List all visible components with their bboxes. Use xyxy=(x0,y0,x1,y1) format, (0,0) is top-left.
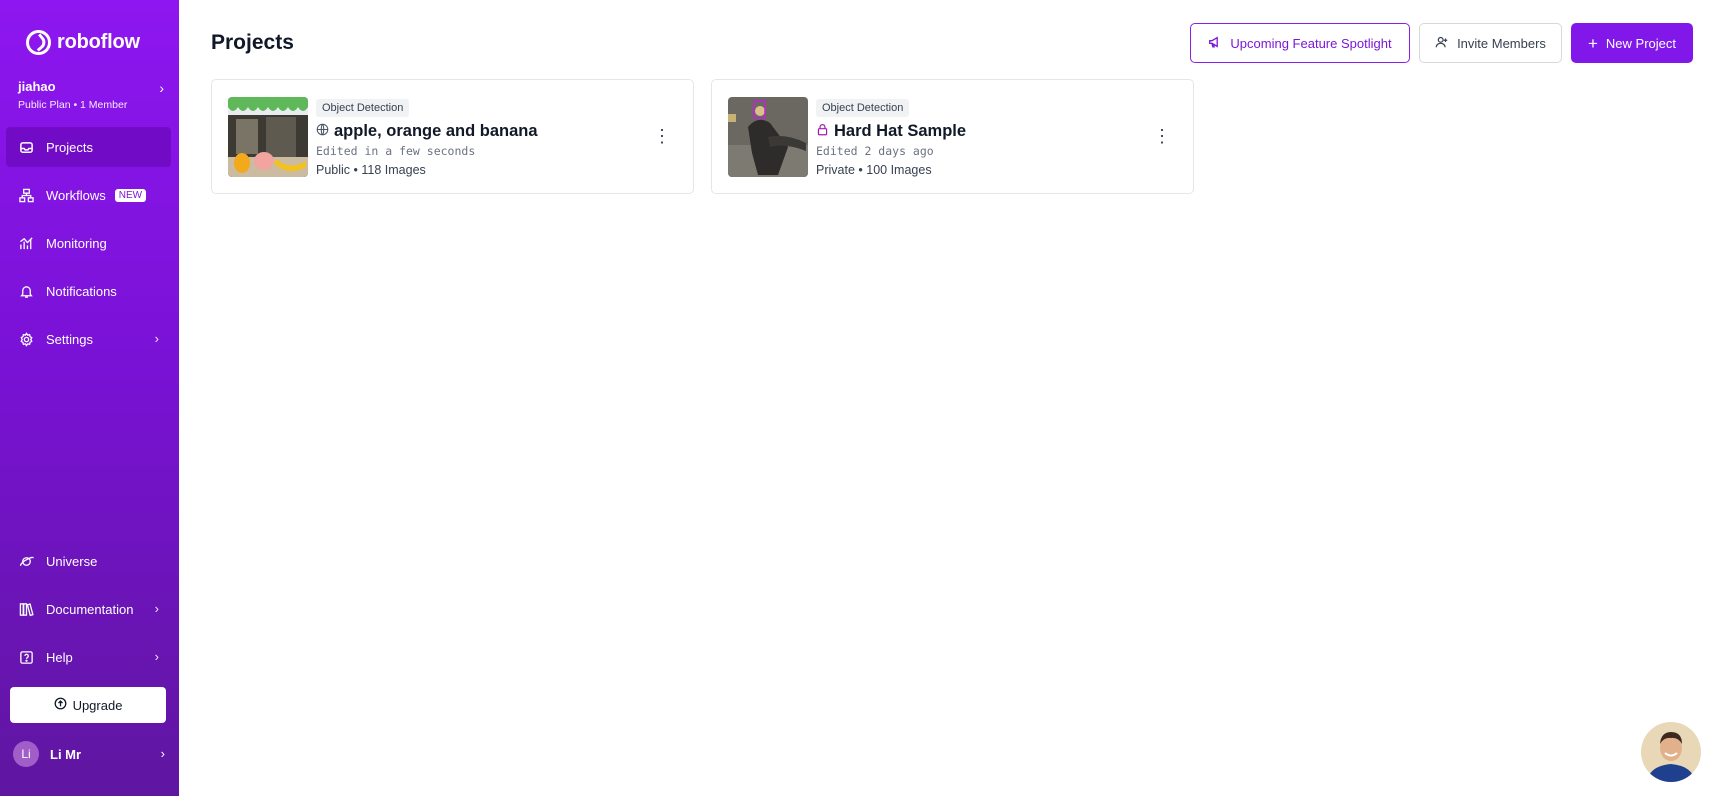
sidebar-item-notifications[interactable]: Notifications xyxy=(6,271,171,311)
project-meta: Public • 118 Images xyxy=(316,163,538,177)
lock-icon xyxy=(816,122,829,141)
sidebar-item-label: Settings xyxy=(46,331,93,347)
project-meta: Private • 100 Images xyxy=(816,163,966,177)
project-info: Object Detection Hard Hat Sample Edited … xyxy=(816,98,966,177)
project-edited: Edited 2 days ago xyxy=(816,144,934,158)
planet-icon xyxy=(18,553,34,569)
project-title[interactable]: Hard Hat Sample xyxy=(816,122,966,141)
books-icon xyxy=(18,601,34,617)
upload-icon xyxy=(54,697,67,713)
sidebar-item-help[interactable]: Help › xyxy=(6,637,171,677)
page-title: Projects xyxy=(211,31,294,54)
project-type-badge: Object Detection xyxy=(816,99,910,117)
roboflow-logo-icon xyxy=(26,30,51,55)
sidebar: roboflow jiahao Public Plan • 1 Member ›… xyxy=(0,0,179,796)
chevron-right-icon: › xyxy=(154,601,159,616)
sidebar-item-label: Monitoring xyxy=(46,235,107,251)
bell-icon xyxy=(18,283,34,299)
workspace-members: 1 Member xyxy=(80,99,128,111)
support-chat-avatar[interactable] xyxy=(1641,722,1701,782)
sidebar-item-universe[interactable]: Universe xyxy=(6,541,171,581)
megaphone-icon xyxy=(1208,35,1222,52)
help-icon xyxy=(18,649,34,665)
sidebar-item-projects[interactable]: Projects xyxy=(6,127,171,167)
sidebar-item-documentation[interactable]: Documentation › xyxy=(6,589,171,629)
sidebar-item-monitoring[interactable]: Monitoring xyxy=(6,223,171,263)
workspace-name: jiahao xyxy=(18,79,56,94)
brand-name: roboflow xyxy=(57,31,140,53)
project-thumbnail xyxy=(228,97,308,177)
sidebar-item-label: Universe xyxy=(46,553,98,569)
sidebar-item-label: Projects xyxy=(46,139,93,155)
project-info: Object Detection apple, orange and banan… xyxy=(316,98,538,177)
workspace-switcher[interactable]: jiahao Public Plan • 1 Member › xyxy=(18,79,164,111)
add-user-icon xyxy=(1435,35,1449,52)
chart-icon xyxy=(18,235,34,251)
project-type-badge: Object Detection xyxy=(316,99,410,117)
new-badge: NEW xyxy=(114,188,147,202)
project-card[interactable]: Object Detection apple, orange and banan… xyxy=(211,79,694,194)
project-image-count: 100 Images xyxy=(866,163,932,177)
sidebar-item-label: Help xyxy=(46,649,73,665)
user-menu[interactable]: Li Li Mr › xyxy=(13,741,165,767)
gear-icon xyxy=(18,331,34,347)
project-name: apple, orange and banana xyxy=(334,122,538,140)
upgrade-button[interactable]: Upgrade xyxy=(10,687,166,723)
new-project-button[interactable]: + New Project xyxy=(1571,23,1693,63)
project-title[interactable]: apple, orange and banana xyxy=(316,122,538,141)
plus-icon: + xyxy=(1587,33,1598,53)
project-visibility: Public xyxy=(316,163,351,177)
feature-spotlight-button[interactable]: Upcoming Feature Spotlight xyxy=(1190,23,1410,63)
sidebar-item-workflows[interactable]: Workflows NEW xyxy=(6,175,171,215)
sidebar-item-settings[interactable]: Settings › xyxy=(6,319,171,359)
chevron-right-icon: › xyxy=(154,331,159,346)
project-visibility: Private xyxy=(816,163,855,177)
spotlight-label: Upcoming Feature Spotlight xyxy=(1230,35,1392,51)
roboflow-logo[interactable]: roboflow xyxy=(26,30,140,55)
invite-members-button[interactable]: Invite Members xyxy=(1419,23,1562,63)
project-name: Hard Hat Sample xyxy=(834,122,967,140)
avatar: Li xyxy=(13,741,39,767)
chevron-right-icon: › xyxy=(159,80,164,96)
more-options-icon[interactable]: ⋮ xyxy=(653,127,671,145)
chevron-right-icon: › xyxy=(154,649,159,664)
workspace-plan: Public Plan xyxy=(18,99,71,111)
upgrade-label: Upgrade xyxy=(72,697,123,713)
project-thumbnail xyxy=(728,97,808,177)
more-options-icon[interactable]: ⋮ xyxy=(1153,127,1171,145)
project-image-count: 118 Images xyxy=(361,163,426,177)
new-project-label: New Project xyxy=(1605,35,1676,51)
workflow-icon xyxy=(18,187,34,203)
sidebar-item-label: Notifications xyxy=(46,283,117,299)
user-name: Li Mr xyxy=(50,746,82,762)
invite-label: Invite Members xyxy=(1457,35,1546,51)
chevron-right-icon: › xyxy=(160,746,165,761)
project-card[interactable]: Object Detection Hard Hat Sample Edited … xyxy=(711,79,1194,194)
sidebar-item-label: Documentation xyxy=(46,601,134,617)
workspace-plan-info: Public Plan • 1 Member xyxy=(18,99,164,111)
project-edited: Edited in a few seconds xyxy=(316,144,476,158)
sidebar-item-label: Workflows xyxy=(46,187,106,203)
inbox-icon xyxy=(18,139,34,155)
globe-icon xyxy=(316,122,329,141)
